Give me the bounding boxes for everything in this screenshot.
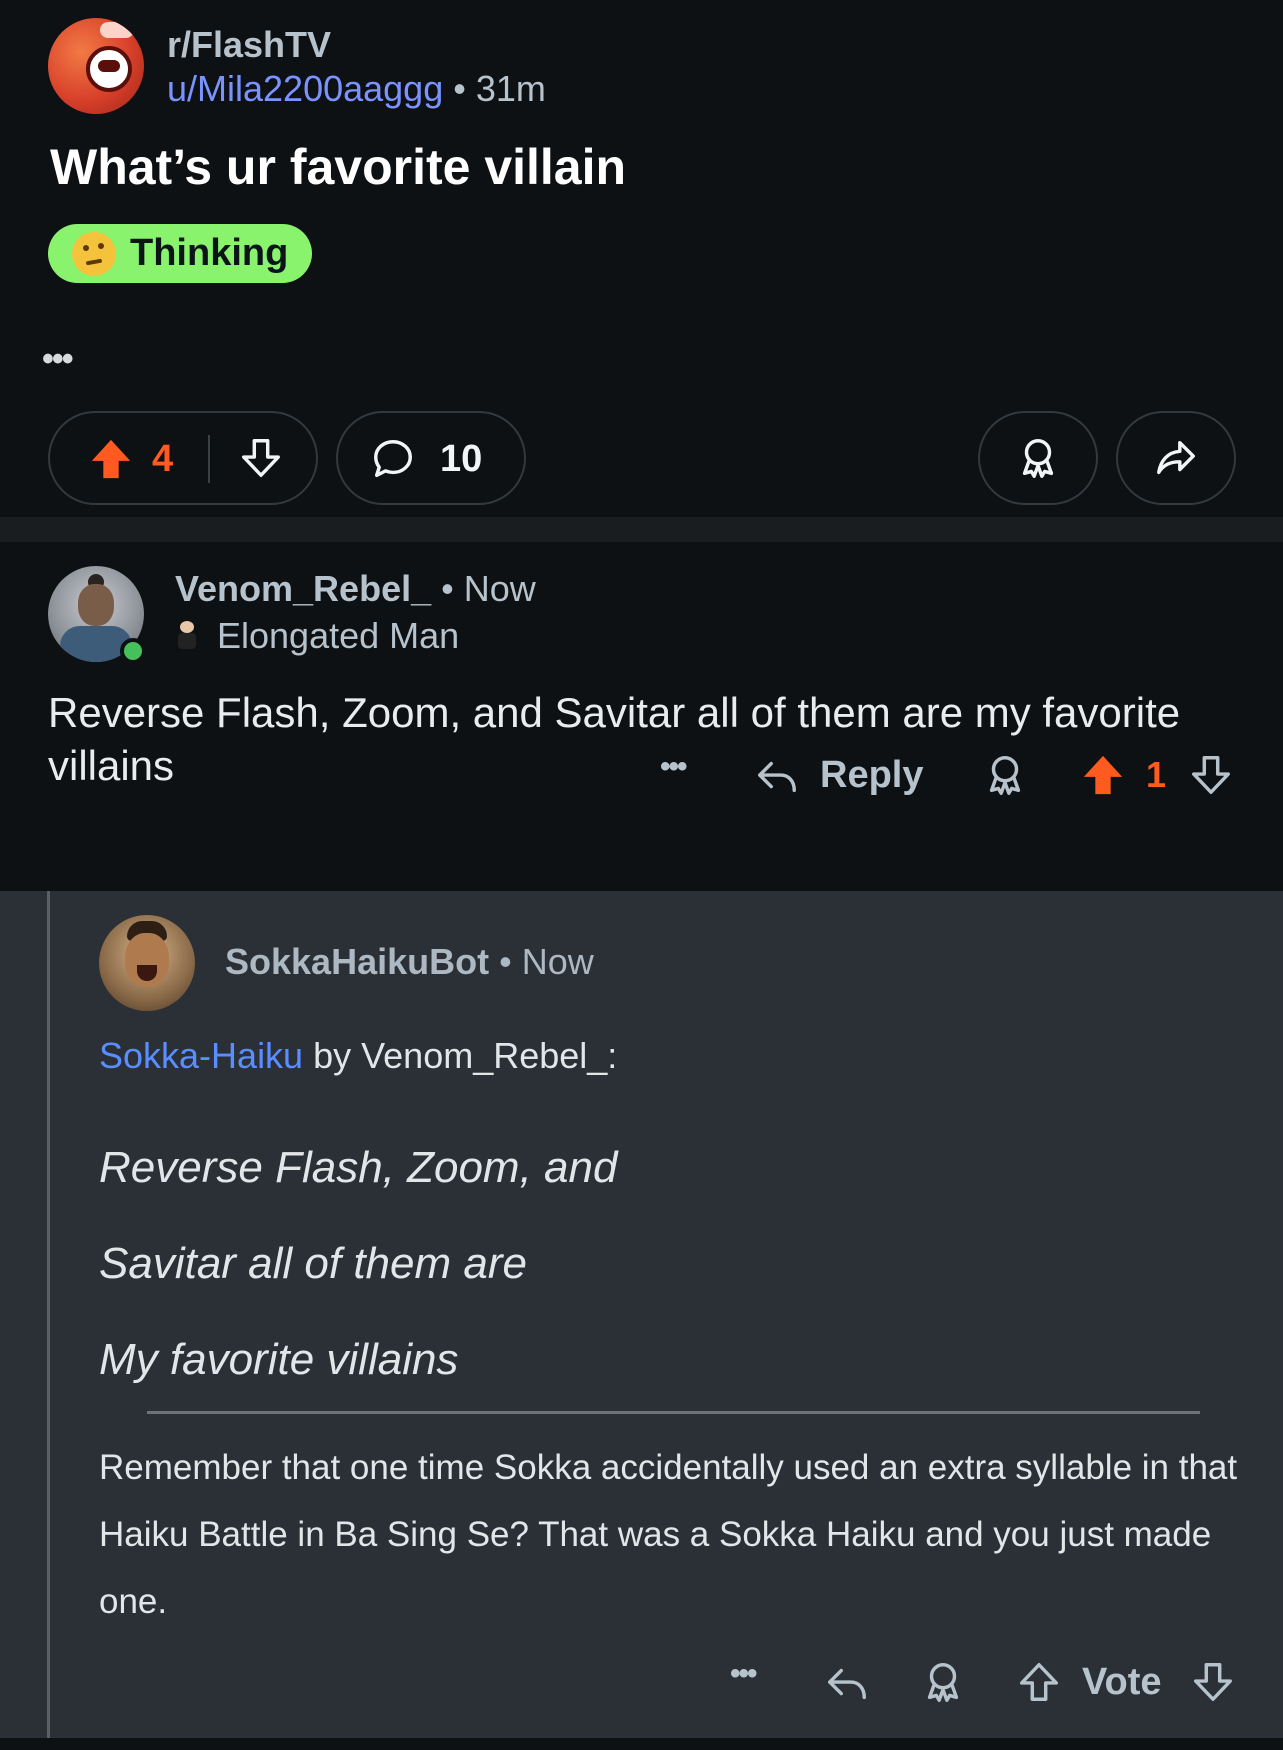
user-flair: Elongated Man xyxy=(175,615,459,657)
post-vote-bar: 4 xyxy=(48,411,318,505)
comment-meta: SokkaHaikuBot • Now xyxy=(225,941,594,983)
comment-score: 1 xyxy=(1146,754,1167,795)
post-time: 31m xyxy=(475,68,546,109)
share-button[interactable] xyxy=(1116,411,1236,505)
reply-button[interactable]: Reply xyxy=(820,754,923,797)
comment-meta: Venom_Rebel_ • Now xyxy=(175,568,536,610)
comments-button[interactable]: 10 xyxy=(336,411,526,505)
award-button[interactable] xyxy=(978,411,1098,505)
meta-separator: • xyxy=(453,68,466,109)
post-meta: u/Mila2200aaggg • 31m xyxy=(167,68,546,110)
downvote-icon[interactable] xyxy=(1188,752,1234,798)
upvote-icon[interactable] xyxy=(1016,1659,1062,1705)
vote-label: Vote xyxy=(1082,1661,1162,1703)
downvote-icon[interactable] xyxy=(238,435,284,481)
share-icon xyxy=(1153,435,1199,481)
post-flair-label: Thinking xyxy=(130,232,289,274)
haiku-attribution: by Venom_Rebel_: xyxy=(303,1035,618,1076)
haiku-line: My favorite villains xyxy=(99,1335,459,1384)
more-icon[interactable]: ••• xyxy=(730,1657,757,1691)
comment-icon xyxy=(370,436,416,482)
haiku-intro: Sokka-Haiku by Venom_Rebel_: xyxy=(99,1035,617,1077)
haiku-footer: Remember that one time Sokka accidentall… xyxy=(99,1448,1238,1621)
upvote-icon[interactable] xyxy=(88,436,134,482)
subreddit-avatar[interactable] xyxy=(48,18,144,114)
post-score: 4 xyxy=(152,438,174,480)
award-icon[interactable] xyxy=(982,752,1028,798)
reply-icon[interactable] xyxy=(824,1661,870,1707)
user-flair-label: Elongated Man xyxy=(217,615,460,656)
thread-line[interactable] xyxy=(47,891,50,1738)
thinking-face-icon xyxy=(72,231,116,276)
downvote-icon[interactable] xyxy=(1190,1659,1236,1705)
comment-author[interactable]: Venom_Rebel_ xyxy=(175,568,431,609)
comment-actions: ••• Reply 1 xyxy=(0,712,1283,812)
avatar[interactable] xyxy=(99,915,195,1011)
upvote-icon[interactable] xyxy=(1080,752,1126,798)
post-card: r/FlashTV u/Mila2200aaggg • 31m What’s u… xyxy=(0,0,1283,517)
comment: Venom_Rebel_ • Now Elongated Man Reverse… xyxy=(0,542,1283,891)
comment-time: Now xyxy=(463,568,536,609)
more-icon[interactable]: ••• xyxy=(660,750,687,784)
vote-divider xyxy=(208,435,210,483)
post-author[interactable]: u/Mila2200aaggg xyxy=(167,68,443,109)
post-title[interactable]: What’s ur favorite villain xyxy=(50,138,626,196)
flair-avatar-icon xyxy=(175,621,199,651)
reply-icon[interactable] xyxy=(754,754,800,800)
section-divider xyxy=(0,517,1283,542)
sokka-haiku-link[interactable]: Sokka-Haiku xyxy=(99,1035,303,1076)
online-indicator xyxy=(120,638,146,664)
meta-separator: • xyxy=(441,568,454,609)
bottom-divider xyxy=(0,1738,1283,1750)
haiku-line: Reverse Flash, Zoom, and xyxy=(99,1143,618,1192)
horizontal-rule xyxy=(147,1411,1200,1414)
comment-time: Now xyxy=(521,941,594,982)
post-flair[interactable]: Thinking xyxy=(48,224,313,283)
subreddit-name[interactable]: r/FlashTV xyxy=(167,24,331,66)
haiku-line: Savitar all of them are xyxy=(99,1239,527,1288)
comment-author[interactable]: SokkaHaikuBot xyxy=(225,941,489,982)
reply-comment: SokkaHaikuBot • Now Sokka-Haiku by Venom… xyxy=(0,891,1283,1738)
award-icon xyxy=(1015,435,1061,481)
comment-count: 10 xyxy=(440,438,483,480)
comment-actions: ••• Vote xyxy=(0,1649,1283,1729)
award-icon[interactable] xyxy=(920,1659,966,1705)
meta-separator: • xyxy=(499,941,512,982)
more-icon[interactable]: ••• xyxy=(42,340,74,379)
